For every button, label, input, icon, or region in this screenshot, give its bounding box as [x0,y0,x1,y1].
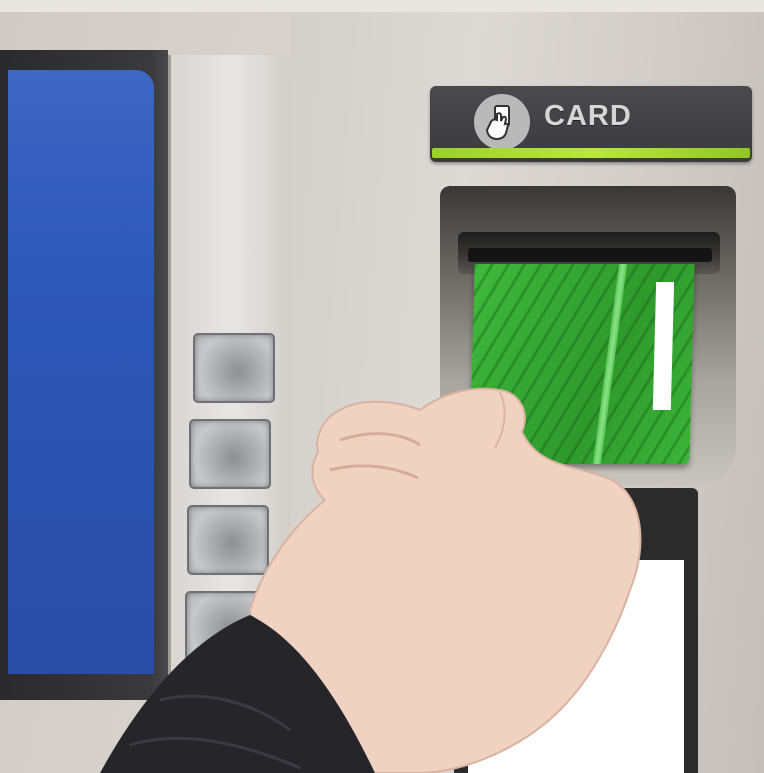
atm-photo: CARD [0,0,764,773]
